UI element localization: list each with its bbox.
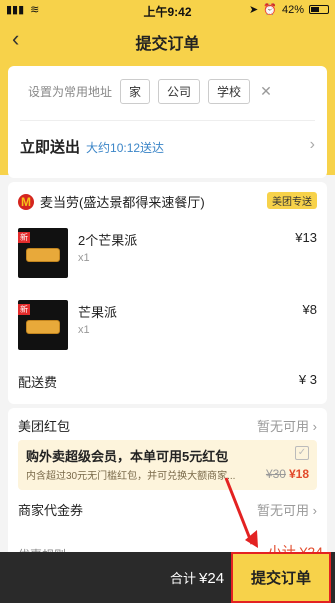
redpacket-row[interactable]: 美团红包 暂无可用 ›: [18, 416, 317, 435]
page-title: 提交订单: [135, 36, 200, 53]
close-icon[interactable]: ✕: [260, 83, 272, 100]
address-label: 设置为常用地址: [28, 85, 113, 99]
member-offer-title: 购外卖超级会员，本单可用5元红包: [26, 449, 229, 464]
alarm-icon: ⏰: [263, 4, 277, 16]
product-image: 新: [18, 228, 68, 278]
new-badge: 新: [18, 304, 30, 315]
address-tag-school[interactable]: 学校: [208, 79, 251, 104]
chevron-right-icon: ›: [309, 136, 315, 153]
bottom-bar: 合计 ¥24 提交订单: [0, 552, 335, 603]
coupon-label: 商家代金券: [18, 503, 84, 518]
delivery-fee-row: 配送费 ¥ 3: [18, 372, 317, 391]
new-badge: 新: [18, 232, 30, 243]
member-price: ¥30 ¥18: [266, 467, 309, 481]
item-qty: x1: [78, 252, 90, 264]
order-card: M 麦当劳(盛达景都得来速餐厅) 美团专送 新 2个芒果派 x1 ¥13 新 芒…: [8, 182, 327, 404]
divider: [20, 120, 315, 121]
member-offer-box[interactable]: 购外卖超级会员，本单可用5元红包 ✓ 内含超过30元无门槛红包，并可兑换大额商家…: [18, 440, 317, 490]
battery-fill: [311, 7, 319, 12]
member-old-price: ¥30: [265, 467, 286, 481]
address-tag-company[interactable]: 公司: [158, 79, 201, 104]
address-tag-home[interactable]: 家: [120, 79, 151, 104]
list-item: 新 2个芒果派 x1 ¥13: [18, 228, 317, 282]
redpacket-status: 暂无可用 ›: [257, 419, 317, 434]
item-price: ¥13: [295, 230, 317, 245]
status-right: ➤ ⏰ 42%: [249, 3, 329, 16]
location-icon: ➤: [249, 4, 259, 16]
shop-name: 麦当劳(盛达景都得来速餐厅): [40, 195, 205, 210]
mcdonalds-logo-icon: M: [18, 193, 34, 210]
address-card: 设置为常用地址 家 公司 学校 ✕ 立即送出 大约10:12送达 ›: [8, 66, 327, 178]
total-label: 合计: [170, 571, 197, 586]
battery-percent: 42%: [281, 3, 304, 16]
member-offer-desc: 内含超过30元无门槛红包，并可兑换大额商家...: [26, 471, 236, 482]
address-tag-row: 设置为常用地址 家 公司 学校 ✕: [28, 79, 272, 104]
delivery-time-row[interactable]: 立即送出 大约10:12送达: [20, 136, 164, 157]
battery-icon: [309, 5, 329, 14]
fee-value: ¥ 3: [298, 372, 317, 387]
promotion-card: 美团红包 暂无可用 › 购外卖超级会员，本单可用5元红包 ✓ 内含超过30元无门…: [8, 408, 327, 562]
total: 合计 ¥24: [170, 568, 224, 587]
delivery-title: 立即送出: [20, 139, 81, 156]
item-qty: x1: [78, 324, 90, 336]
delivery-badge: 美团专送: [267, 192, 317, 209]
item-name: 2个芒果派: [78, 233, 138, 248]
redpacket-label: 美团红包: [18, 419, 71, 434]
fee-label: 配送费: [18, 375, 58, 390]
delivery-eta: 大约10:12送达: [86, 141, 165, 155]
coupon-row[interactable]: 商家代金券 暂无可用 ›: [18, 500, 317, 519]
nav-bar: ‹ 提交订单: [0, 20, 335, 60]
mango-pie-image: [26, 248, 60, 262]
submit-order-button[interactable]: 提交订单: [231, 552, 331, 603]
item-price: ¥8: [302, 302, 317, 317]
list-item: 新 芒果派 x1 ¥8: [18, 300, 317, 354]
coupon-status: 暂无可用 ›: [257, 503, 317, 518]
status-bar: ▮▮▮ ≋ 上午9:42 ➤ ⏰ 42%: [0, 0, 335, 20]
member-checkbox[interactable]: ✓: [295, 446, 309, 460]
shop-row: M 麦当劳(盛达景都得来速餐厅): [18, 192, 205, 211]
total-value: ¥24: [199, 570, 225, 587]
mango-pie-image: [26, 320, 60, 334]
item-name: 芒果派: [78, 305, 118, 320]
member-new-price: ¥18: [288, 467, 309, 481]
product-image: 新: [18, 300, 68, 350]
